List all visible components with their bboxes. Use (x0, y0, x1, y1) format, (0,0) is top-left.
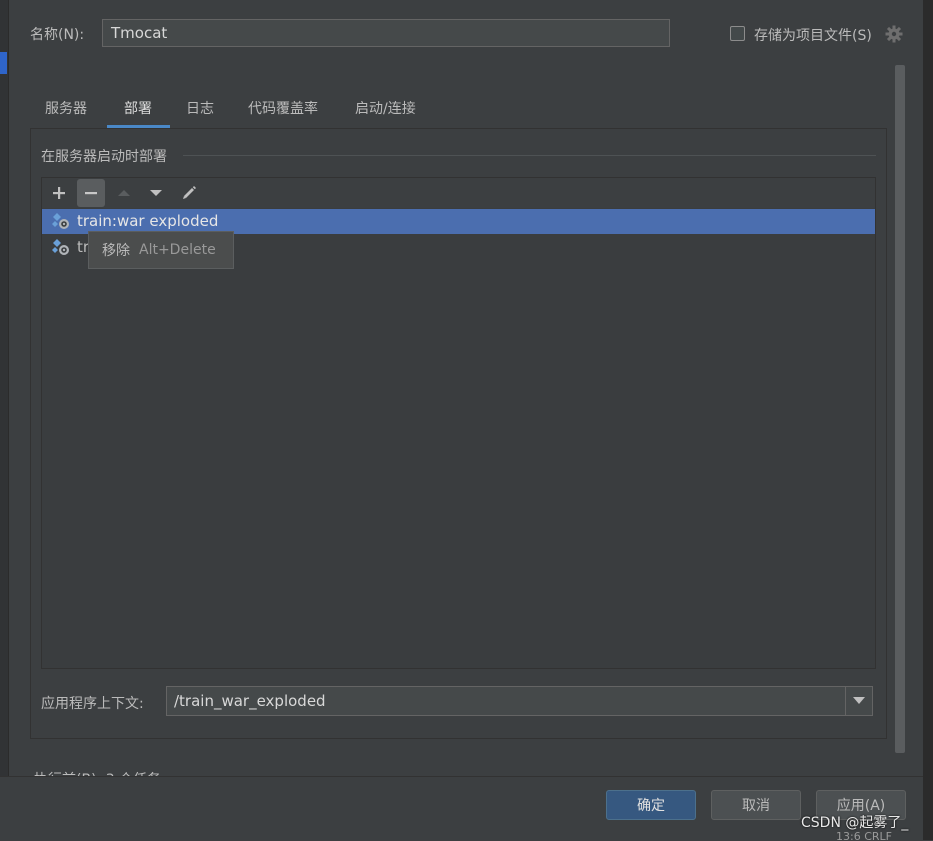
cancel-button[interactable]: 取消 (711, 790, 801, 820)
tab-startup-connection[interactable]: 启动/连接 (355, 98, 416, 118)
application-context-label: 应用程序上下文: (41, 696, 144, 712)
minus-icon (85, 192, 97, 195)
name-input[interactable]: Tmocat (102, 19, 670, 47)
move-down-button[interactable] (142, 179, 170, 207)
list-item-label[interactable]: train:war exploded (77, 212, 218, 230)
left-panel-selection-marker (0, 52, 7, 74)
name-label: 名称(N): (30, 27, 85, 43)
pencil-icon (183, 186, 196, 199)
tooltip-shortcut: Alt+Delete (139, 242, 216, 258)
tooltip-label: 移除 (102, 243, 130, 259)
status-bar-fragment: 13:6 CRLF (836, 830, 892, 840)
tab-server[interactable]: 服务器 (45, 98, 87, 118)
ok-button[interactable]: 确定 (606, 790, 696, 820)
artifact-icon (52, 213, 69, 229)
section-title: 在服务器启动时部署 (41, 149, 167, 165)
plus-icon (53, 187, 65, 199)
window-right-edge (923, 0, 933, 840)
move-up-icon (118, 190, 130, 196)
tab-code-coverage[interactable]: 代码覆盖率 (248, 98, 318, 118)
list-item[interactable] (52, 238, 70, 260)
application-context-value[interactable]: /train_war_exploded (174, 692, 326, 710)
watermark: CSDN @起雾了_ (801, 815, 909, 831)
move-up-button[interactable] (110, 179, 138, 207)
left-panel-strip (0, 0, 9, 840)
remove-tooltip: 移除 Alt+Delete (88, 231, 234, 269)
tab-logs[interactable]: 日志 (186, 98, 214, 118)
section-divider (183, 155, 876, 156)
store-as-project-file-label[interactable]: 存储为项目文件(S) (754, 25, 872, 45)
chevron-down-icon[interactable] (853, 697, 865, 705)
store-as-project-file-checkbox[interactable] (730, 26, 745, 41)
combobox-separator (845, 687, 846, 715)
gear-icon[interactable] (884, 24, 904, 44)
before-launch-section[interactable]: 执行前(B): 3 个任务 (34, 769, 161, 776)
remove-button[interactable] (77, 179, 105, 207)
vertical-scrollbar[interactable] (895, 65, 905, 753)
tab-deployment[interactable]: 部署 (124, 98, 152, 118)
artifact-icon (52, 239, 69, 255)
list-item[interactable] (52, 212, 70, 234)
move-down-icon (150, 190, 162, 196)
add-button[interactable] (45, 179, 73, 207)
edit-button[interactable] (175, 179, 203, 207)
